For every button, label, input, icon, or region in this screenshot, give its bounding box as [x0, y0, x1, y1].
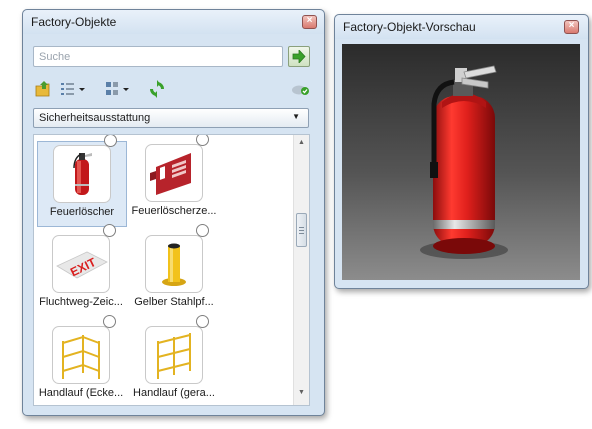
item-radio[interactable] — [103, 224, 116, 237]
list-item-handlauf-ecke[interactable]: Handlauf (Ecke... — [37, 315, 127, 405]
item-radio[interactable] — [196, 224, 209, 237]
list-scrollbar[interactable]: ▲ ▼ — [293, 135, 309, 405]
scroll-thumb[interactable] — [296, 213, 307, 247]
preview-viewport[interactable] — [342, 44, 580, 280]
thumbnail-view-button[interactable] — [105, 80, 135, 98]
refresh-icon — [150, 80, 164, 98]
thumbnail-view-icon — [106, 82, 129, 95]
title-bar[interactable]: Factory-Objekte — [23, 10, 324, 34]
close-button[interactable]: × — [564, 20, 579, 34]
scroll-down-icon[interactable]: ▼ — [294, 389, 309, 403]
straight-handrail-icon — [157, 333, 191, 379]
search-input[interactable]: Suche — [33, 46, 283, 67]
scroll-up-icon[interactable]: ▲ — [294, 139, 309, 153]
category-select[interactable]: Sicherheitsausstattung ▼ — [33, 108, 309, 128]
item-label: Feuerlöscher — [49, 206, 115, 218]
item-label: Gelber Stahlpf... — [134, 296, 214, 308]
fire-extinguisher-icon — [73, 153, 92, 195]
list-view-icon — [61, 83, 85, 95]
factory-object-preview-window: Factory-Objekt-Vorschau × — [334, 14, 589, 289]
list-item-handlauf-gerade[interactable]: Handlauf (gera... — [130, 315, 220, 405]
list-item-feuerloescher[interactable]: Feuerlöscher — [37, 135, 127, 227]
item-thumbnail — [145, 144, 203, 202]
factory-objects-window: Factory-Objekte × Suche Sicherheitsausst… — [22, 9, 325, 416]
arrow-right-icon — [292, 50, 306, 63]
close-icon: × — [568, 20, 575, 31]
list-view-button[interactable] — [59, 80, 89, 98]
item-thumbnail — [145, 235, 203, 293]
item-radio[interactable] — [196, 315, 209, 328]
cloud-sync-icon — [292, 85, 309, 95]
item-label: Handlauf (gera... — [133, 387, 215, 399]
corner-handrail-icon — [62, 335, 100, 379]
cloud-sync-button[interactable] — [291, 80, 311, 98]
item-label: Handlauf (Ecke... — [38, 387, 124, 399]
exit-sign-icon: EXIT — [56, 251, 108, 279]
folder-import-icon — [35, 81, 50, 97]
window-title: Factory-Objekt-Vorschau — [343, 20, 476, 34]
item-thumbnail: EXIT — [52, 235, 110, 293]
search-placeholder: Suche — [39, 51, 71, 63]
title-bar[interactable]: Factory-Objekt-Vorschau — [335, 15, 588, 39]
object-list[interactable]: Feuerlöscher Feuerlöscherze... EXIT Fluc… — [33, 134, 310, 406]
item-radio[interactable] — [196, 135, 209, 146]
close-button[interactable]: × — [302, 15, 317, 29]
chevron-down-icon: ▼ — [292, 112, 300, 121]
fire-extinguisher-3d-icon — [420, 65, 508, 259]
yellow-steel-post-icon — [162, 243, 186, 286]
item-thumbnail — [52, 326, 110, 384]
category-value: Sicherheitsausstattung — [39, 112, 151, 124]
item-radio[interactable] — [103, 315, 116, 328]
search-go-button[interactable] — [288, 46, 310, 67]
fire-extinguisher-sign-icon — [150, 153, 191, 195]
item-thumbnail — [145, 326, 203, 384]
import-button[interactable] — [35, 80, 53, 98]
list-item-fluchtweg-zeichen[interactable]: EXIT Fluchtweg-Zeic... — [37, 224, 127, 318]
item-label: Feuerlöscherze... — [131, 205, 217, 217]
list-item-gelber-stahlpfosten[interactable]: Gelber Stahlpf... — [130, 224, 220, 318]
item-radio[interactable] — [104, 135, 117, 147]
item-thumbnail — [53, 145, 111, 203]
refresh-button[interactable] — [148, 80, 166, 98]
list-item-feuerloescherzeichen[interactable]: Feuerlöscherze... — [130, 135, 220, 227]
window-title: Factory-Objekte — [31, 15, 117, 29]
item-label: Fluchtweg-Zeic... — [39, 296, 123, 308]
close-icon: × — [306, 15, 313, 26]
